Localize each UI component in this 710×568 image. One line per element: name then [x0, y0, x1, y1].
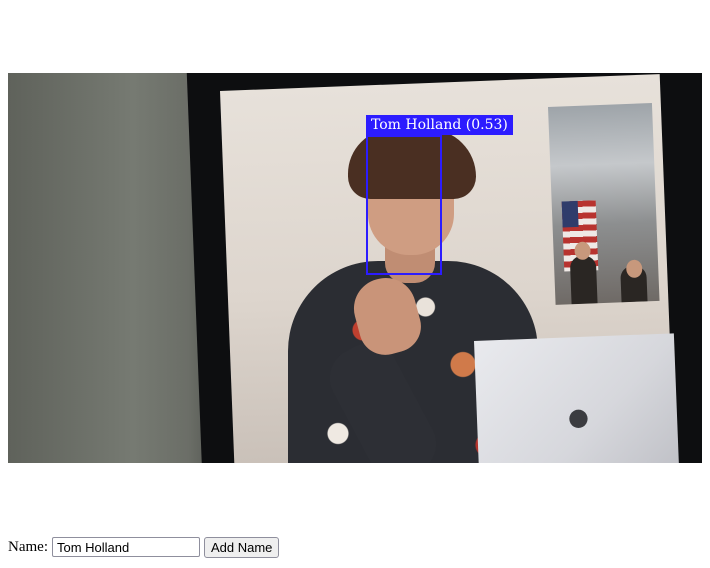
add-name-button[interactable]: Add Name [203, 536, 280, 558]
name-label: Name: [8, 538, 48, 555]
face-detection-label: Tom Holland (0.53) [366, 115, 513, 135]
face-detection-box [366, 135, 442, 275]
flag-canton [561, 200, 579, 228]
apple-logo-icon: ● [568, 403, 589, 431]
name-form: Name: Add Name [8, 536, 280, 558]
inset-person [569, 255, 598, 305]
camera-frame: ● Tom Holland (0.53) [8, 73, 702, 463]
name-input[interactable] [51, 537, 200, 557]
inset-photo [548, 103, 660, 305]
laptop [474, 333, 680, 463]
